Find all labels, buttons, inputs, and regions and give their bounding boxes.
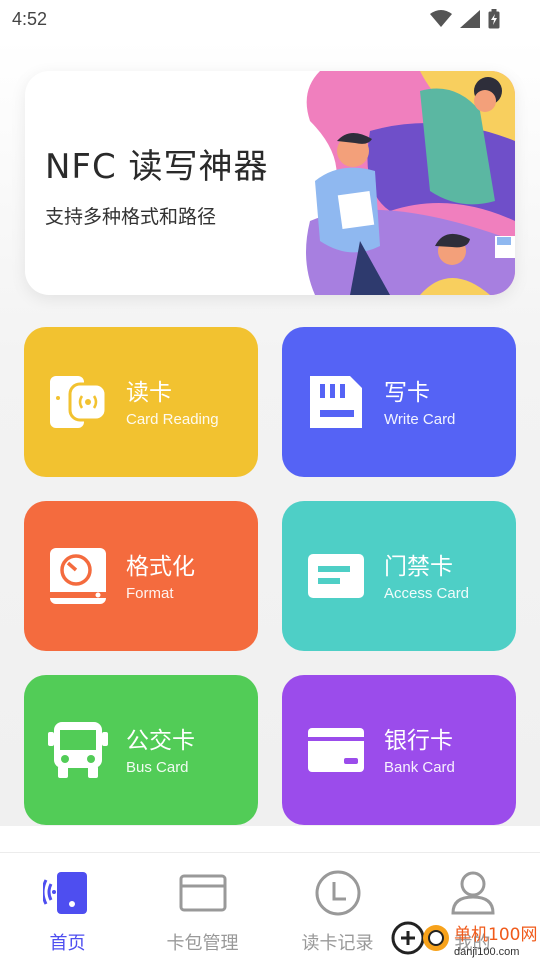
tile-write-card[interactable]: 写卡 Write Card	[282, 327, 516, 477]
tile-title: 公交卡	[126, 728, 195, 754]
clock-icon	[312, 867, 364, 919]
banner-subtitle: 支持多种格式和路径	[45, 206, 217, 228]
tile-card-reading[interactable]: 读卡 Card Reading	[24, 327, 258, 477]
bank-card-icon	[308, 728, 364, 772]
home-nfc-icon	[42, 867, 94, 919]
nav-label: 读卡记录	[301, 933, 374, 954]
tile-subtitle: Bank Card	[384, 759, 455, 776]
format-drive-icon	[50, 548, 106, 604]
nav-label: 我的	[454, 933, 491, 954]
tile-subtitle: Bus Card	[126, 759, 189, 776]
bus-icon	[48, 722, 108, 778]
signal-icon	[460, 10, 480, 28]
banner-illustration	[306, 71, 515, 295]
tile-format[interactable]: 格式化 Format	[24, 501, 258, 651]
bottom-navigation: 首页 卡包管理 读卡记录 我的	[0, 852, 540, 960]
nav-item-wallet[interactable]: 卡包管理	[135, 853, 270, 960]
status-bar: 4:52	[0, 0, 540, 38]
nav-item-home[interactable]: 首页	[0, 853, 135, 960]
nav-label: 首页	[49, 933, 86, 954]
nav-label: 卡包管理	[166, 933, 239, 954]
nav-item-read-history[interactable]: 读卡记录	[270, 853, 405, 960]
tile-bank-card[interactable]: 银行卡 Bank Card	[282, 675, 516, 825]
tile-subtitle: Write Card	[384, 411, 456, 428]
status-time: 4:52	[12, 8, 48, 29]
wallet-card-icon	[177, 867, 229, 919]
tile-title: 银行卡	[384, 728, 453, 754]
nav-item-profile[interactable]: 我的	[405, 853, 540, 960]
tile-title: 写卡	[384, 380, 430, 406]
tile-title: 读卡	[126, 380, 172, 406]
tile-title: 格式化	[126, 554, 195, 580]
tile-title: 门禁卡	[384, 554, 453, 580]
hero-banner: NFC 读写神器 支持多种格式和路径	[25, 71, 515, 295]
tile-subtitle: Format	[126, 585, 174, 602]
tile-access-card[interactable]: 门禁卡 Access Card	[282, 501, 516, 651]
status-icons	[430, 9, 500, 29]
tile-subtitle: Card Reading	[126, 411, 219, 428]
card-reader-icon	[50, 376, 108, 428]
sd-card-icon	[310, 376, 362, 428]
user-icon	[447, 867, 499, 919]
battery-icon	[488, 9, 500, 29]
tile-subtitle: Access Card	[384, 585, 470, 602]
banner-title: NFC 读写神器	[45, 147, 269, 187]
access-card-icon	[308, 554, 364, 598]
tile-bus-card[interactable]: 公交卡 Bus Card	[24, 675, 258, 825]
wifi-icon	[430, 10, 452, 27]
